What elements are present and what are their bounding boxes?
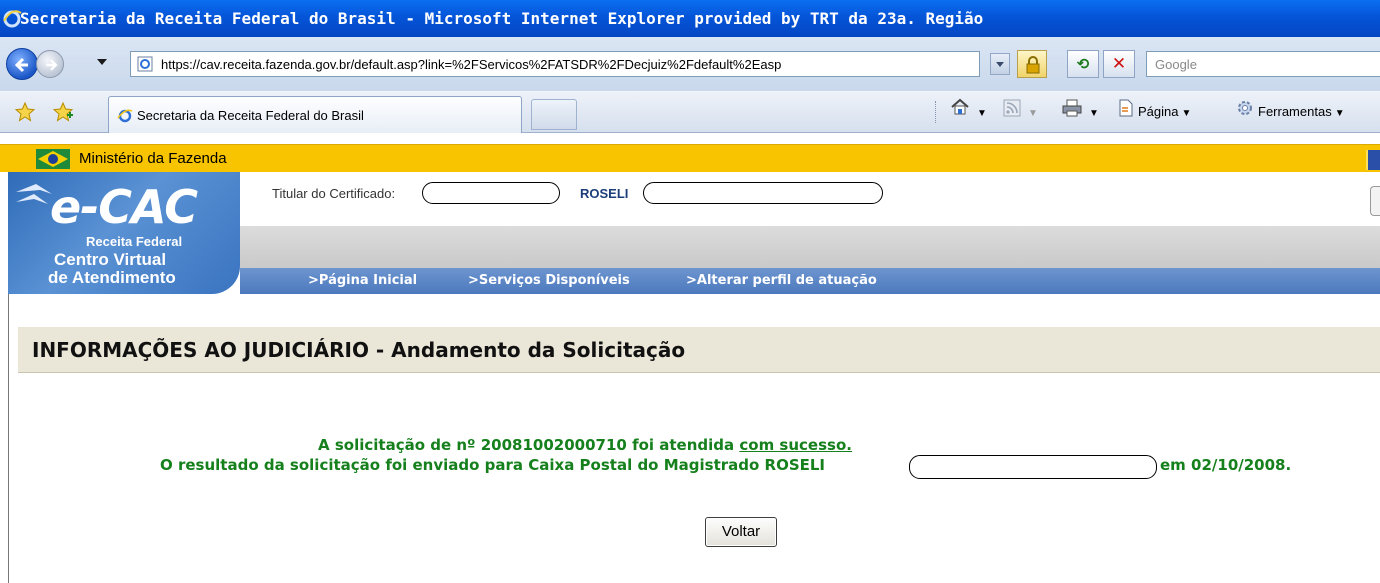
nav-change-profile-link[interactable]: >Alterar perfil de atuação xyxy=(686,268,877,294)
ecac-logo[interactable]: e-CAC Receita Federal Centro Virtual de … xyxy=(8,172,240,294)
ecac-logo-line2: de Atendimento xyxy=(48,268,176,287)
chevron-down-icon: ▼ xyxy=(1089,108,1099,119)
ministry-label: Ministério da Fazenda xyxy=(79,150,227,167)
tools-menu-label: Ferramentas xyxy=(1258,104,1332,119)
stop-button[interactable]: ✕ xyxy=(1103,50,1135,78)
chevron-down-icon: ▼ xyxy=(1334,108,1345,119)
home-button[interactable]: ▼ xyxy=(950,91,987,133)
redacted-field xyxy=(422,182,560,204)
ie-page-icon xyxy=(137,56,153,72)
ecac-logo-subtitle: Receita Federal xyxy=(86,234,183,249)
feeds-button[interactable]: ▼ xyxy=(1003,91,1038,133)
nav-services-link[interactable]: >Serviços Disponíveis xyxy=(468,268,630,294)
brazil-flag-icon xyxy=(36,149,70,169)
tab-toolbar: Secretaria da Receita Federal do Brasil … xyxy=(0,91,1380,133)
ecac-logo-title: e-CAC xyxy=(50,180,198,234)
success-message-text: A solicitação de nº 20081002000710 foi a… xyxy=(318,436,740,454)
new-tab-button[interactable] xyxy=(531,99,577,130)
back-page-button[interactable]: Voltar xyxy=(705,517,777,547)
page-menu-label: Página xyxy=(1138,104,1179,119)
refresh-icon: ⟲ xyxy=(1076,55,1090,73)
chevron-down-icon: ▼ xyxy=(1028,108,1038,119)
window-title: Secretaria da Receita Federal do Brasil … xyxy=(20,9,984,28)
section-header: INFORMAÇÕES AO JUDICIÁRIO - Andamento da… xyxy=(18,327,1380,373)
chevron-down-icon: ▼ xyxy=(977,108,987,119)
refresh-button[interactable]: ⟲ xyxy=(1067,50,1099,78)
ie-page-icon xyxy=(117,109,133,123)
redacted-field xyxy=(909,455,1157,479)
home-icon xyxy=(950,92,970,134)
add-favorite-icon[interactable] xyxy=(52,101,74,123)
gear-icon xyxy=(1236,92,1254,134)
exit-button[interactable] xyxy=(1370,186,1380,216)
chevron-down-icon: ▼ xyxy=(1181,108,1192,119)
search-placeholder: Google xyxy=(1155,57,1197,72)
accessibility-icon[interactable] xyxy=(1366,150,1380,170)
result-message: O resultado da solicitação foi enviado p… xyxy=(160,456,826,474)
window-title-bar: Secretaria da Receita Federal do Brasil … xyxy=(0,0,1380,37)
result-date: em 02/10/2008. xyxy=(1160,456,1292,474)
certificate-holder-name: ROSELI xyxy=(580,186,629,201)
certificate-label: Titular do Certificado: xyxy=(272,186,396,201)
page-icon xyxy=(1118,92,1134,134)
forward-arrow-icon xyxy=(46,59,58,71)
forward-button[interactable] xyxy=(36,50,64,78)
main-nav: >Página Inicial >Serviços Disponíveis >A… xyxy=(240,268,1380,294)
toolbar-separator xyxy=(935,101,936,123)
url-text: https://cav.receita.fazenda.gov.br/defau… xyxy=(161,57,782,72)
tools-menu-button[interactable]: Ferramentas ▼ xyxy=(1236,91,1345,133)
page-title: INFORMAÇÕES AO JUDICIÁRIO - Andamento da… xyxy=(32,338,686,362)
redacted-field xyxy=(643,182,883,204)
lock-icon xyxy=(1026,56,1040,74)
tab-label: Secretaria da Receita Federal do Brasil xyxy=(137,108,364,123)
ie-logo-icon xyxy=(3,10,22,28)
security-lock-button[interactable] xyxy=(1017,50,1047,78)
favorites-star-icon[interactable] xyxy=(14,101,36,123)
printer-icon xyxy=(1062,92,1082,134)
page-menu-button[interactable]: Página ▼ xyxy=(1118,91,1191,133)
history-dropdown-icon[interactable] xyxy=(97,59,107,65)
back-button[interactable] xyxy=(6,48,38,80)
search-input[interactable]: Google xyxy=(1146,51,1380,77)
url-dropdown-button[interactable] xyxy=(990,53,1010,75)
ecac-logo-line1: Centro Virtual xyxy=(54,250,167,269)
certificate-info: Titular do Certificado: ROSELI xyxy=(240,172,1380,226)
nav-home-link[interactable]: >Página Inicial xyxy=(308,268,417,294)
header-band xyxy=(240,226,1380,268)
url-field[interactable]: https://cav.receita.fazenda.gov.br/defau… xyxy=(130,51,980,77)
receita-swoosh-icon xyxy=(16,184,52,204)
address-toolbar: https://cav.receita.fazenda.gov.br/defau… xyxy=(0,37,1380,91)
print-button[interactable]: ▼ xyxy=(1062,91,1099,133)
close-icon: ✕ xyxy=(1111,54,1127,74)
ministry-bar: Ministério da Fazenda xyxy=(0,144,1380,172)
back-arrow-icon xyxy=(14,57,28,73)
tab-receita-federal[interactable]: Secretaria da Receita Federal do Brasil xyxy=(108,96,522,133)
success-message: A solicitação de nº 20081002000710 foi a… xyxy=(0,436,1170,454)
rss-feed-icon xyxy=(1003,92,1021,134)
success-message-emphasis: com sucesso. xyxy=(739,436,852,454)
